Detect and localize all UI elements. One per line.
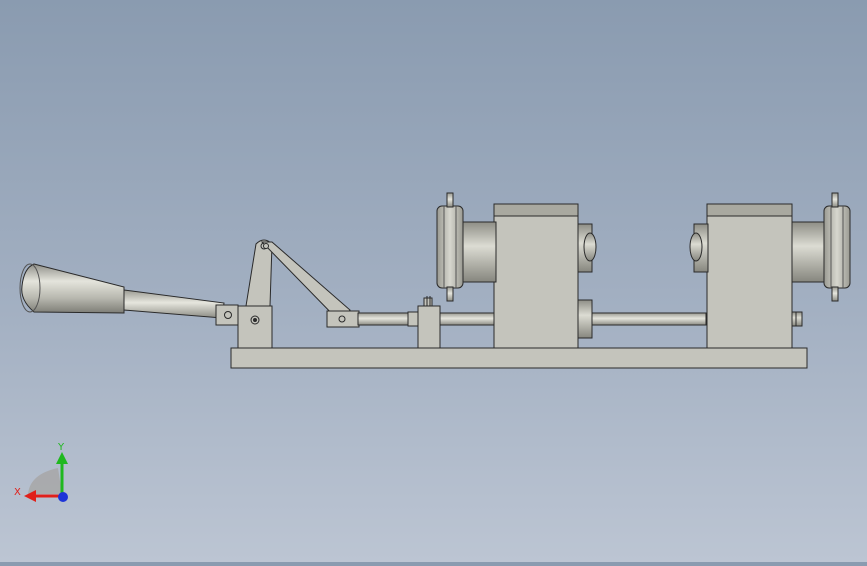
z-axis-icon	[58, 492, 68, 502]
right-headstock[interactable]	[706, 203, 793, 349]
left-headstock[interactable]	[493, 203, 579, 349]
assembly-view[interactable]	[0, 0, 867, 562]
y-axis-label: Y	[57, 442, 65, 453]
x-axis-label: X	[14, 487, 21, 498]
coordinate-triad: Y X	[14, 440, 78, 510]
connecting-link[interactable]	[260, 241, 351, 323]
cad-graphics-viewport[interactable]	[0, 0, 867, 562]
handle-rod[interactable]	[123, 289, 225, 319]
left-flange[interactable]	[436, 205, 464, 289]
triad-plane-icon	[28, 468, 62, 494]
right-flange[interactable]	[823, 205, 851, 289]
pivot-block[interactable]	[237, 305, 273, 349]
base-plate[interactable]	[230, 347, 808, 369]
vertical-link[interactable]	[245, 239, 273, 307]
guide-block[interactable]	[417, 305, 441, 349]
